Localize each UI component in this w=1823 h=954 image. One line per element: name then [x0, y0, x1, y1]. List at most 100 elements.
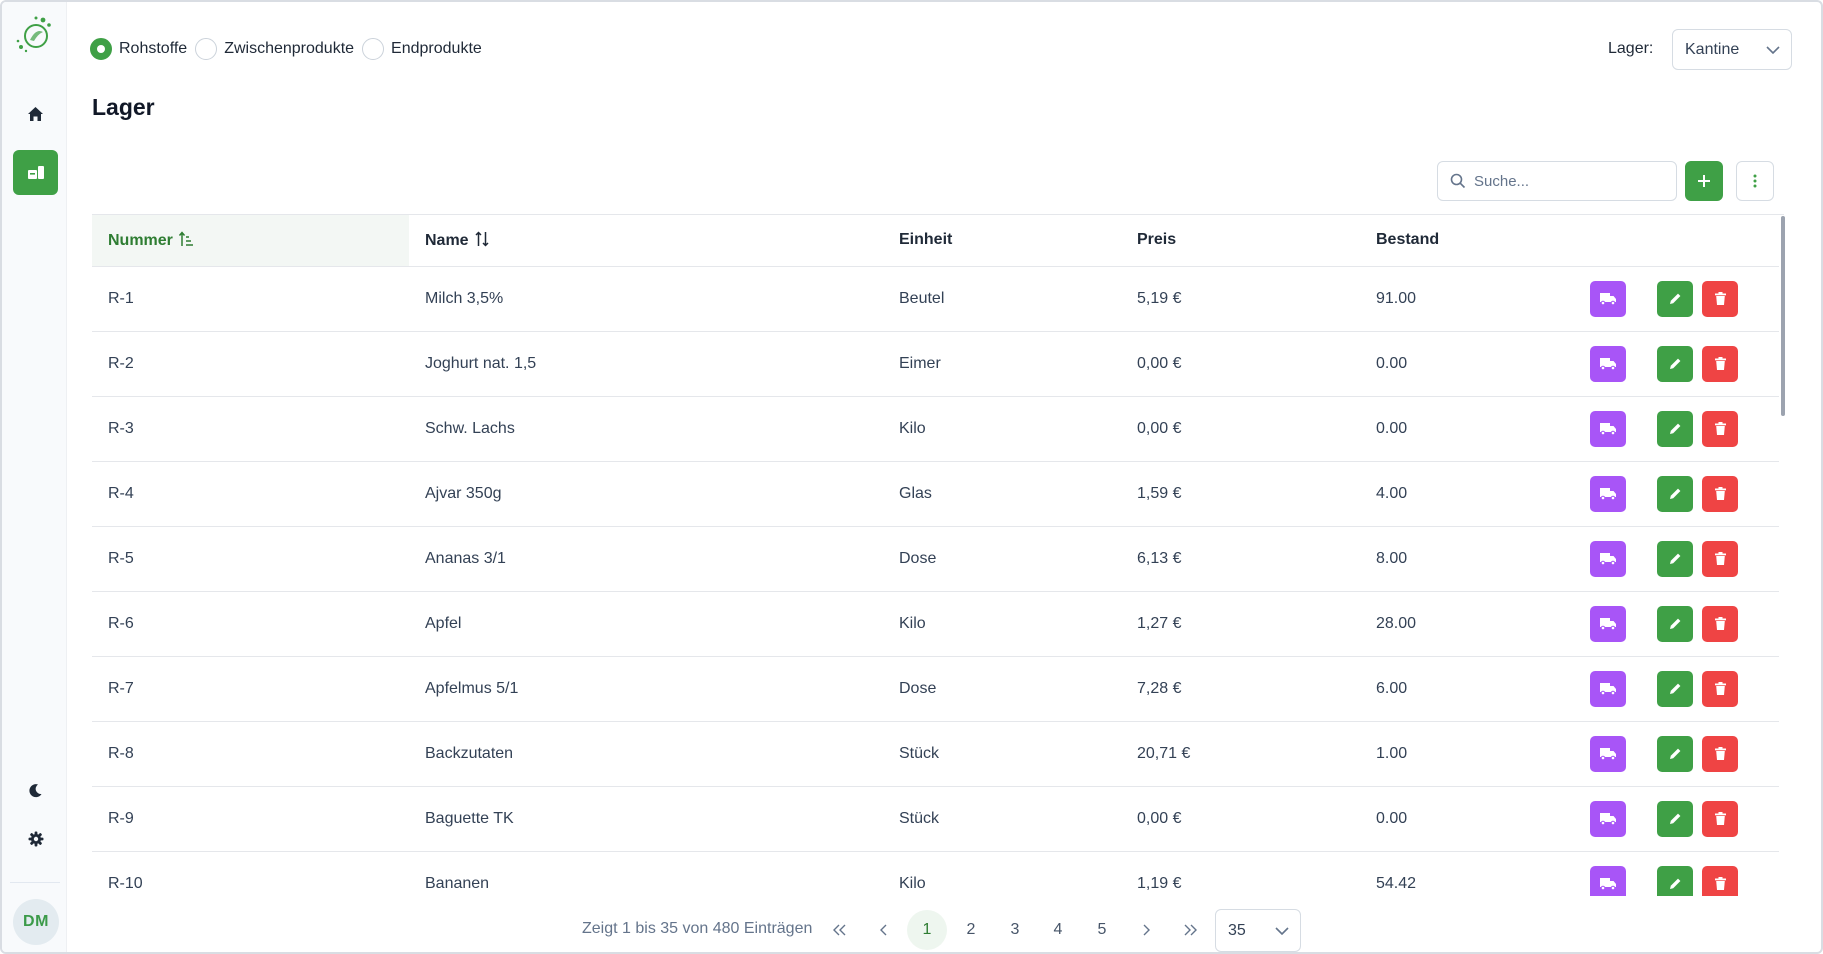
chevron-down-icon — [1264, 926, 1300, 935]
cell-bestand: 0.00 — [1360, 331, 1590, 397]
cell-bestand: 0.00 — [1360, 396, 1590, 462]
table-row[interactable]: R-4 Ajvar 350g Glas 1,59 €4.00 — [92, 461, 1779, 527]
edit-button[interactable] — [1657, 410, 1693, 447]
table-row[interactable]: R-3 Schw. Lachs Kilo 0,00 €0.00 — [92, 396, 1779, 462]
table-row[interactable]: R-6 Apfel Kilo 1,27 €28.00 — [92, 591, 1779, 657]
table-row[interactable]: R-8 Backzutaten Stück 20,71 €1.00 — [92, 721, 1779, 787]
cell-preis: 0,00 € — [1121, 331, 1360, 397]
page-size-value: 35 — [1228, 921, 1246, 939]
delete-button[interactable] — [1702, 800, 1738, 837]
delivery-button[interactable] — [1590, 670, 1626, 707]
cell-einheit: Eimer — [883, 331, 1121, 397]
next-page-button[interactable] — [1126, 910, 1166, 950]
delete-button[interactable] — [1702, 605, 1738, 642]
cell-name: Baguette TK — [409, 786, 883, 852]
delivery-button[interactable] — [1590, 540, 1626, 577]
sidebar-divider — [10, 882, 60, 883]
delete-button[interactable] — [1702, 410, 1738, 447]
cell-nummer: R-2 — [92, 331, 409, 397]
edit-button[interactable] — [1657, 605, 1693, 642]
edit-button[interactable] — [1657, 540, 1693, 577]
column-nummer[interactable]: Nummer — [92, 215, 409, 267]
cell-bestand: 28.00 — [1360, 591, 1590, 657]
page-button-3[interactable]: 3 — [995, 910, 1035, 950]
cell-preis: 5,19 € — [1121, 266, 1360, 332]
settings-button[interactable] — [13, 816, 58, 861]
plus-icon — [1698, 175, 1710, 187]
delivery-button[interactable] — [1590, 605, 1626, 642]
page-button-5[interactable]: 5 — [1082, 910, 1122, 950]
column-einheit: Einheit — [883, 215, 1121, 267]
cell-nummer: R-10 — [92, 851, 409, 896]
chevron-left-icon — [880, 924, 887, 936]
cell-actions — [1590, 396, 1779, 462]
prev-page-button[interactable] — [864, 910, 904, 950]
edit-button[interactable] — [1657, 670, 1693, 707]
table-row[interactable]: R-2 Joghurt nat. 1,5 Eimer 0,00 €0.00 — [92, 331, 1779, 397]
page-button-4[interactable]: 4 — [1038, 910, 1078, 950]
table-row[interactable]: R-10 Bananen Kilo 1,19 €54.42 — [92, 851, 1779, 896]
nav-warehouse[interactable] — [13, 150, 58, 195]
edit-button[interactable] — [1657, 475, 1693, 512]
radio-button[interactable] — [195, 38, 218, 60]
last-page-button[interactable] — [1170, 910, 1210, 950]
delete-button[interactable] — [1702, 345, 1738, 382]
edit-button[interactable] — [1657, 865, 1693, 896]
delete-button[interactable] — [1702, 865, 1738, 896]
page-size-select[interactable]: 35 — [1215, 909, 1301, 952]
warehouse-select[interactable]: Kantine — [1672, 29, 1792, 70]
pencil-icon — [1669, 487, 1682, 500]
trash-icon — [1714, 812, 1726, 825]
delete-button[interactable] — [1702, 475, 1738, 512]
app-window: DM Rohstoffe Zwischenprodukte Endprodukt… — [0, 0, 1823, 954]
radio-button[interactable] — [90, 38, 112, 60]
delivery-button[interactable] — [1590, 280, 1626, 317]
radio-button[interactable] — [362, 38, 385, 60]
first-page-button[interactable] — [820, 910, 860, 950]
trash-icon — [1714, 747, 1726, 760]
delete-button[interactable] — [1702, 670, 1738, 707]
add-button[interactable] — [1685, 161, 1723, 201]
edit-button[interactable] — [1657, 800, 1693, 837]
delete-button[interactable] — [1702, 735, 1738, 772]
table-row[interactable]: R-9 Baguette TK Stück 0,00 €0.00 — [92, 786, 1779, 852]
table-scrollbar[interactable] — [1781, 216, 1785, 416]
cell-nummer: R-6 — [92, 591, 409, 657]
column-name[interactable]: Name — [409, 215, 883, 267]
cell-einheit: Kilo — [883, 851, 1121, 896]
warehouse-value: Kantine — [1685, 40, 1740, 58]
cell-einheit: Beutel — [883, 266, 1121, 332]
pencil-icon — [1669, 747, 1682, 760]
edit-button[interactable] — [1657, 280, 1693, 317]
delivery-button[interactable] — [1590, 800, 1626, 837]
filter-label: Endprodukte — [391, 40, 482, 57]
table-row[interactable]: R-7 Apfelmus 5/1 Dose 7,28 €6.00 — [92, 656, 1779, 722]
edit-button[interactable] — [1657, 345, 1693, 382]
delivery-button[interactable] — [1590, 865, 1626, 896]
filter-endprodukte[interactable]: Endprodukte — [362, 38, 482, 60]
pagination: Zeigt 1 bis 35 von 480 Einträgen 1 2 3 4… — [2, 908, 1821, 952]
search-input[interactable] — [1474, 172, 1654, 190]
page-button-1[interactable]: 1 — [907, 910, 947, 950]
sidebar: DM — [2, 2, 67, 952]
delivery-button[interactable] — [1590, 735, 1626, 772]
delete-button[interactable] — [1702, 540, 1738, 577]
table-row[interactable]: R-5 Ananas 3/1 Dose 6,13 €8.00 — [92, 526, 1779, 592]
theme-toggle[interactable] — [13, 768, 58, 813]
pencil-icon — [1669, 812, 1682, 825]
table-row[interactable]: R-1 Milch 3,5% Beutel 5,19 €91.00 — [92, 266, 1779, 332]
column-label: Name — [425, 231, 469, 249]
delete-button[interactable] — [1702, 280, 1738, 317]
delivery-button[interactable] — [1590, 410, 1626, 447]
filter-rohstoffe[interactable]: Rohstoffe — [90, 38, 187, 60]
page-title: Lager — [92, 94, 155, 120]
edit-button[interactable] — [1657, 735, 1693, 772]
delivery-button[interactable] — [1590, 475, 1626, 512]
more-options-button[interactable] — [1736, 161, 1774, 201]
page-button-2[interactable]: 2 — [951, 910, 991, 950]
trash-icon — [1714, 552, 1726, 565]
delivery-button[interactable] — [1590, 345, 1626, 382]
nav-home[interactable] — [13, 91, 58, 136]
filter-zwischenprodukte[interactable]: Zwischenprodukte — [195, 38, 354, 60]
filter-label: Zwischenprodukte — [224, 40, 355, 57]
